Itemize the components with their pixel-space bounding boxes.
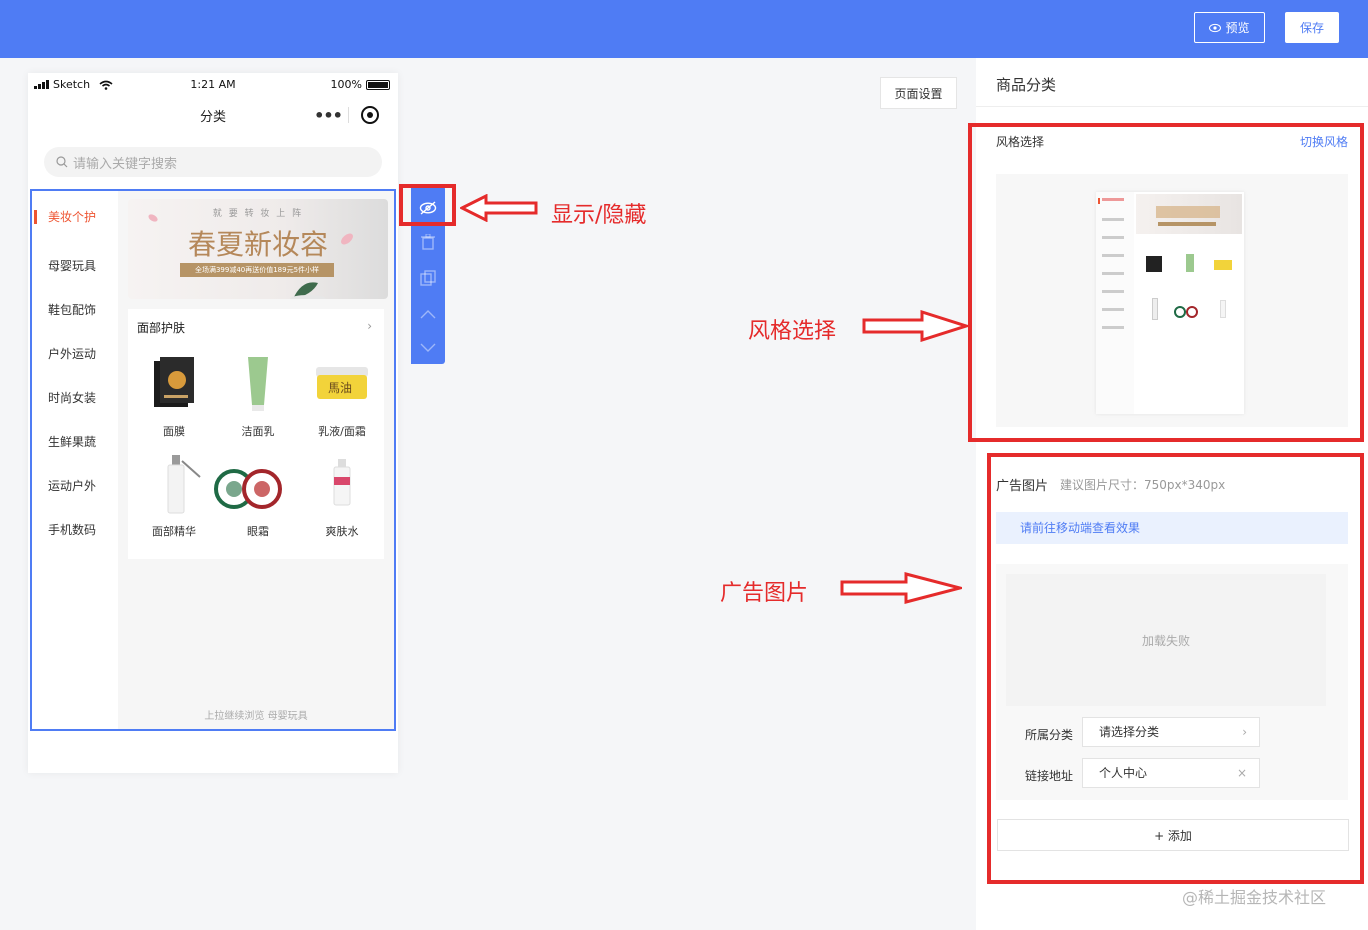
category-content: 就 要 转 妆 上 阵 春夏新妆容 全场满399减40再送价值189元5件小样 …	[118, 191, 394, 729]
sidebar-item-baby-toys[interactable]: 母婴玩具	[32, 255, 118, 277]
sidebar-item-beauty[interactable]: 美妆个护	[32, 206, 118, 228]
product-label: 面部精华	[152, 525, 196, 538]
phone-preview: Sketch 1:21 AM 100% 分类 ••• 请输入关键字搜索 美妆个护…	[28, 73, 398, 773]
save-button[interactable]: 保存	[1285, 12, 1339, 43]
right-arrow-annotation-icon	[840, 572, 962, 604]
sidebar-item-digital[interactable]: 手机数码	[32, 519, 118, 541]
ad-banner[interactable]: 就 要 转 妆 上 阵 春夏新妆容 全场满399减40再送价值189元5件小样	[128, 199, 388, 299]
ad-image-highlight-box	[987, 453, 1364, 884]
sidebar-item-sports[interactable]: 运动户外	[32, 475, 118, 497]
banner-top-text: 就 要 转 妆 上 阵	[212, 209, 304, 219]
style-select-annotation: 风格选择	[748, 319, 837, 344]
cleanser-tube-icon	[230, 355, 286, 415]
product-label: 面膜	[163, 425, 185, 438]
pull-up-tip: 上拉继续浏览 母婴玩具	[204, 711, 308, 722]
subcategory-panel: 面部护肤 › 面膜 洁面乳 馬油 乳液/面霜 面部精华 眼霜 爽肤水	[128, 309, 384, 559]
toner-bottle-icon	[314, 455, 370, 515]
sidebar-item-bags[interactable]: 鞋包配饰	[32, 299, 118, 321]
product-item[interactable]: 馬油 乳液/面霜	[302, 355, 382, 439]
serum-bottle-icon	[146, 455, 202, 515]
eye-cream-icon	[212, 455, 286, 515]
top-bar: 预览 保存	[0, 0, 1368, 58]
status-right: 100%	[331, 78, 390, 91]
panel-title: 商品分类	[996, 76, 1057, 94]
miniprogram-capsule: •••	[308, 101, 390, 129]
product-item[interactable]: 面膜	[134, 355, 214, 439]
sidebar-item-outdoor[interactable]: 户外运动	[32, 343, 118, 365]
ad-image-annotation: 广告图片	[720, 581, 809, 606]
chevron-right-icon[interactable]: ›	[367, 319, 372, 333]
search-icon	[56, 156, 68, 168]
show-hide-highlight-box	[399, 184, 456, 226]
product-item[interactable]: 洁面乳	[218, 355, 298, 439]
more-dots-icon[interactable]: •••	[308, 106, 348, 125]
product-label: 乳液/面霜	[318, 425, 366, 438]
product-label: 洁面乳	[241, 425, 275, 438]
left-arrow-annotation-icon	[460, 194, 538, 222]
banner-title: 春夏新妆容	[187, 228, 328, 261]
watermark: @稀土掘金技术社区	[1182, 888, 1327, 907]
battery-icon	[366, 79, 390, 90]
arrow-up-icon[interactable]	[411, 302, 445, 326]
banner-promo-strip: 全场满399减40再送价值189元5件小样	[180, 263, 334, 277]
battery-percent: 100%	[330, 78, 362, 91]
category-sidebar: 美妆个护 母婴玩具 鞋包配饰 户外运动 时尚女装 生鲜果蔬 运动户外 手机数码	[32, 191, 118, 729]
close-target-icon[interactable]	[361, 106, 379, 124]
eye-icon	[1209, 23, 1222, 32]
search-placeholder: 请输入关键字搜索	[73, 156, 178, 172]
cream-jar-icon: 馬油	[314, 355, 370, 415]
trash-icon[interactable]	[411, 230, 445, 254]
product-item[interactable]: 眼霜	[214, 455, 298, 539]
product-label: 爽肤水	[325, 525, 359, 538]
mask-box-icon	[146, 355, 202, 415]
right-arrow-annotation-icon	[862, 310, 968, 342]
copy-icon[interactable]	[411, 266, 445, 290]
category-component[interactable]: 美妆个护 母婴玩具 鞋包配饰 户外运动 时尚女装 生鲜果蔬 运动户外 手机数码 …	[30, 189, 396, 731]
capsule-divider	[348, 107, 349, 123]
product-label: 眼霜	[247, 525, 269, 538]
svg-text:馬油: 馬油	[328, 381, 352, 395]
preview-label: 预览	[1225, 21, 1250, 35]
sidebar-item-fresh-food[interactable]: 生鲜果蔬	[32, 431, 118, 453]
product-item[interactable]: 面部精华	[134, 455, 214, 539]
page-settings-button[interactable]: 页面设置	[880, 77, 957, 109]
panel-divider	[976, 106, 1368, 107]
product-item[interactable]: 爽肤水	[302, 455, 382, 539]
status-bar: Sketch 1:21 AM 100%	[28, 73, 398, 95]
arrow-down-icon[interactable]	[411, 336, 445, 360]
search-input[interactable]: 请输入关键字搜索	[44, 147, 382, 177]
panel-title: 面部护肤	[137, 321, 186, 335]
style-select-highlight-box	[968, 123, 1364, 442]
preview-button[interactable]: 预览	[1194, 12, 1265, 43]
show-hide-annotation: 显示/隐藏	[551, 203, 647, 228]
leaf-decoration-icon	[290, 282, 326, 299]
sidebar-item-women-fashion[interactable]: 时尚女装	[32, 387, 118, 409]
